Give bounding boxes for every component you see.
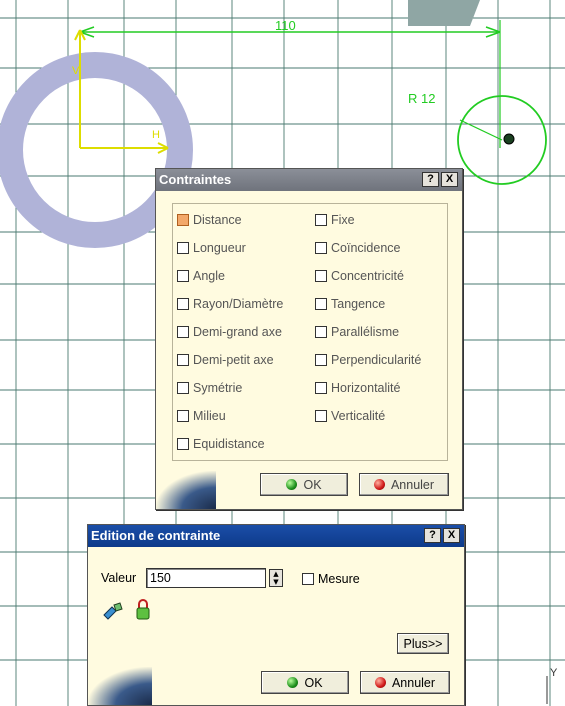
constraint-label: Concentricité [331, 269, 404, 283]
close-button[interactable]: X [441, 172, 458, 187]
constraint-option[interactable]: Horizontalité [315, 381, 400, 395]
constraint-checkbox[interactable] [177, 270, 189, 282]
constraint-checkbox[interactable] [177, 410, 189, 422]
constraint-label: Longueur [193, 241, 246, 255]
constraint-label: Tangence [331, 297, 386, 311]
spin-down-icon: ▼ [273, 578, 279, 586]
constraints-title: Contraintes [159, 172, 232, 187]
edit-title-bar[interactable]: Edition de contrainte ? X [88, 525, 464, 547]
value-label: Valeur [101, 571, 137, 585]
constraint-checkbox[interactable] [315, 214, 327, 226]
constraint-option[interactable]: Symétrie [177, 381, 242, 395]
value-input[interactable]: 150 [146, 568, 266, 588]
measure-checkbox[interactable] [302, 573, 314, 585]
edit-title: Edition de contrainte [91, 528, 221, 543]
constraint-checkbox[interactable] [315, 354, 327, 366]
spin-up-icon: ▲ [273, 570, 279, 578]
dimension-value-text[interactable]: 110 [275, 18, 296, 33]
constraint-edit-dialog: Edition de contrainte ? X Valeur 150 ▲ ▼… [87, 524, 465, 706]
constraint-tools-icon[interactable] [102, 601, 126, 621]
cancel-button[interactable]: Annuler [359, 473, 449, 496]
close-button[interactable]: X [443, 528, 460, 543]
constraint-checkbox[interactable] [315, 382, 327, 394]
measure-label: Mesure [318, 572, 360, 586]
help-button[interactable]: ? [424, 528, 441, 543]
corner-axis-label: Y [550, 667, 558, 679]
constraint-label: Coïncidence [331, 241, 401, 255]
constraint-label: Equidistance [193, 437, 265, 451]
sketch-part-shape [408, 0, 480, 26]
ok-button[interactable]: OK [261, 671, 349, 694]
value-spinner[interactable]: ▲ ▼ [269, 569, 283, 587]
constraint-option[interactable]: Demi-grand axe [177, 325, 282, 339]
lock-icon[interactable] [136, 599, 150, 621]
radius-value-text[interactable]: R 12 [408, 91, 435, 106]
constraint-option[interactable]: Fixe [315, 213, 355, 227]
ok-label: OK [304, 675, 323, 690]
constraint-option[interactable]: Demi-petit axe [177, 353, 274, 367]
constraint-checkbox[interactable] [177, 438, 189, 450]
constraint-checkbox[interactable] [315, 326, 327, 338]
constraint-option[interactable]: Verticalité [315, 409, 385, 423]
ok-button[interactable]: OK [260, 473, 348, 496]
earth-decoration [88, 667, 152, 705]
constraint-label: Parallélisme [331, 325, 400, 339]
constraint-checkbox[interactable] [315, 270, 327, 282]
constraint-checkbox[interactable] [177, 326, 189, 338]
constraint-label: Symétrie [193, 381, 243, 395]
constraint-option[interactable]: Concentricité [315, 269, 404, 283]
constraint-checkbox[interactable] [315, 242, 327, 254]
constraint-label: Demi-petit axe [193, 353, 274, 367]
constraint-option[interactable]: Angle [177, 269, 225, 283]
constraint-option[interactable]: Perpendicularité [315, 353, 421, 367]
constraint-option[interactable]: Tangence [315, 297, 385, 311]
more-label: Plus>> [403, 636, 443, 651]
constraint-label: Fixe [331, 213, 355, 227]
constraint-label: Demi-grand axe [193, 325, 282, 339]
ok-icon [286, 479, 298, 490]
constraint-label: Rayon/Diamètre [193, 297, 284, 311]
more-button[interactable]: Plus>> [397, 633, 449, 654]
constraint-option[interactable]: Equidistance [177, 437, 265, 451]
ok-label: OK [303, 477, 322, 492]
measure-option[interactable]: Mesure [302, 572, 360, 586]
constraint-option[interactable]: Longueur [177, 241, 246, 255]
cancel-label: Annuler [390, 477, 435, 492]
constraint-label: Horizontalité [331, 381, 401, 395]
circle-center-icon [503, 133, 515, 145]
radius-line [459, 119, 503, 141]
constraint-checkbox[interactable] [177, 354, 189, 366]
constraint-checkbox[interactable] [177, 242, 189, 254]
constraint-option[interactable]: Rayon/Diamètre [177, 297, 283, 311]
constraint-label: Distance [193, 213, 242, 227]
constraint-checkbox[interactable] [177, 214, 189, 226]
axis-h-label: H [152, 129, 160, 141]
constraint-option[interactable]: Distance [177, 213, 242, 227]
constraints-title-bar[interactable]: Contraintes ? X [156, 169, 462, 191]
ok-icon [287, 677, 299, 688]
help-button[interactable]: ? [422, 172, 439, 187]
cancel-label: Annuler [391, 675, 436, 690]
constraint-option[interactable]: Parallélisme [315, 325, 399, 339]
constraint-checkbox[interactable] [177, 298, 189, 310]
constraint-label: Angle [193, 269, 225, 283]
constraint-label: Verticalité [331, 409, 386, 423]
constraints-dialog: Contraintes ? X Distance Longueur Angle Ray… [155, 168, 463, 510]
cancel-icon [373, 479, 385, 490]
constraint-checkbox[interactable] [315, 298, 327, 310]
constraint-checkbox[interactable] [177, 382, 189, 394]
constraint-label: Milieu [193, 409, 226, 423]
axis-v-label: V [72, 65, 80, 77]
cancel-icon [374, 677, 386, 688]
constraint-option[interactable]: Milieu [177, 409, 226, 423]
constraint-checkbox[interactable] [315, 410, 327, 422]
earth-decoration [156, 471, 216, 509]
constraint-label: Perpendicularité [331, 353, 422, 367]
constraint-option[interactable]: Coïncidence [315, 241, 401, 255]
cancel-button[interactable]: Annuler [360, 671, 450, 694]
